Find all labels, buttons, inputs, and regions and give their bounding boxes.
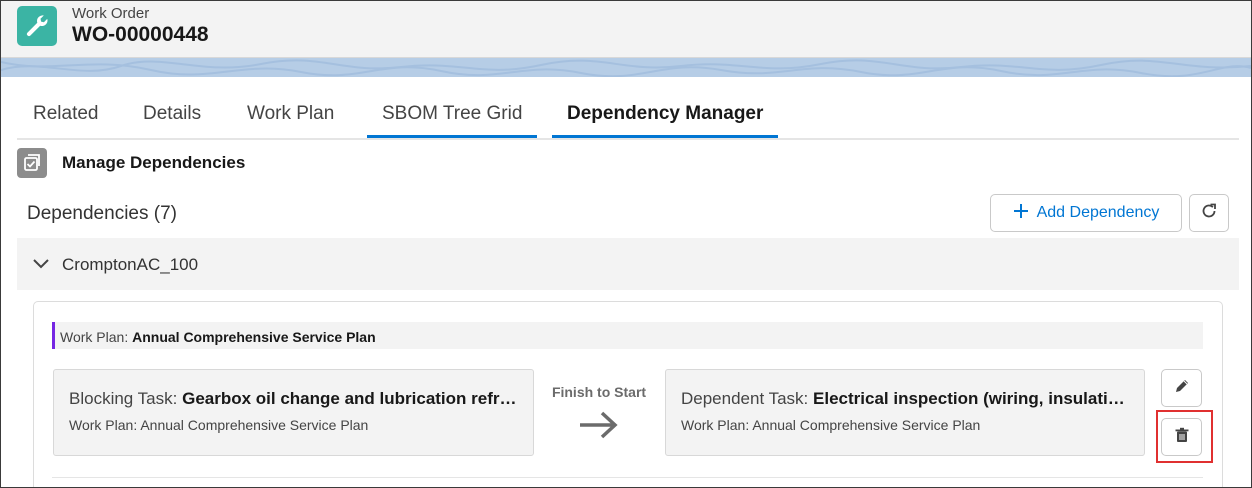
work-plan-label: Work Plan: [60,329,129,345]
plus-icon [1013,203,1029,224]
tab-underline [367,135,538,138]
blocking-task-label: Blocking Task: [69,389,178,408]
trash-icon [1174,427,1190,448]
tab-sbom-tree-grid[interactable]: SBOM Tree Grid [367,91,538,138]
delete-button[interactable] [1161,418,1202,456]
active-tab-underline [552,135,779,138]
add-dependency-button[interactable]: Add Dependency [990,194,1182,232]
relationship-type: Finish to Start [551,384,647,400]
blocking-task-name: Gearbox oil change and lubrication refr… [182,389,517,408]
record-header: Work Order WO-00000448 [1,1,1251,58]
dependent-task-work-plan: Work Plan: Annual Comprehensive Service … [681,417,981,433]
tab-bar: Related Details Work Plan SBOM Tree Grid… [17,91,1239,140]
app-frame: Work Order WO-00000448 Related Details W… [0,0,1252,488]
arrow-right-icon [578,409,620,446]
accordion-section-header[interactable]: CromptonAC_100 [17,238,1239,290]
chevron-down-icon [33,257,49,275]
work-plan-value: Annual Comprehensive Service Plan [132,329,376,345]
dependencies-heading: Dependencies (7) [27,203,177,224]
work-plan-banner: Work Plan: Annual Comprehensive Service … [52,322,1203,349]
group-label: CromptonAC_100 [62,255,199,274]
tab-details[interactable]: Details [143,91,201,136]
wrench-icon [17,6,57,46]
blocking-task-card[interactable]: Blocking Task: Gearbox oil change and lu… [53,369,534,456]
blocking-task-work-plan: Work Plan: Annual Comprehensive Service … [69,417,369,433]
tab-related[interactable]: Related [33,91,99,136]
dependent-task-label: Dependent Task: [681,389,809,408]
edit-button[interactable] [1161,369,1202,407]
pencil-icon [1174,378,1190,399]
section-title: Manage Dependencies [62,153,246,172]
dependent-task-name: Electrical inspection (wiring, insulati… [813,389,1125,408]
dependent-task-card[interactable]: Dependent Task: Electrical inspection (w… [665,369,1145,456]
checklist-icon [17,148,47,178]
divider [52,477,1203,478]
tab-work-plan[interactable]: Work Plan [247,91,334,136]
add-dependency-label: Add Dependency [1036,204,1160,221]
decorative-banner [1,58,1251,77]
record-title: WO-00000448 [72,23,209,46]
tab-dependency-manager[interactable]: Dependency Manager [552,91,779,138]
refresh-button[interactable] [1189,194,1229,232]
object-type-label: Work Order [72,5,150,22]
refresh-icon [1200,202,1218,225]
